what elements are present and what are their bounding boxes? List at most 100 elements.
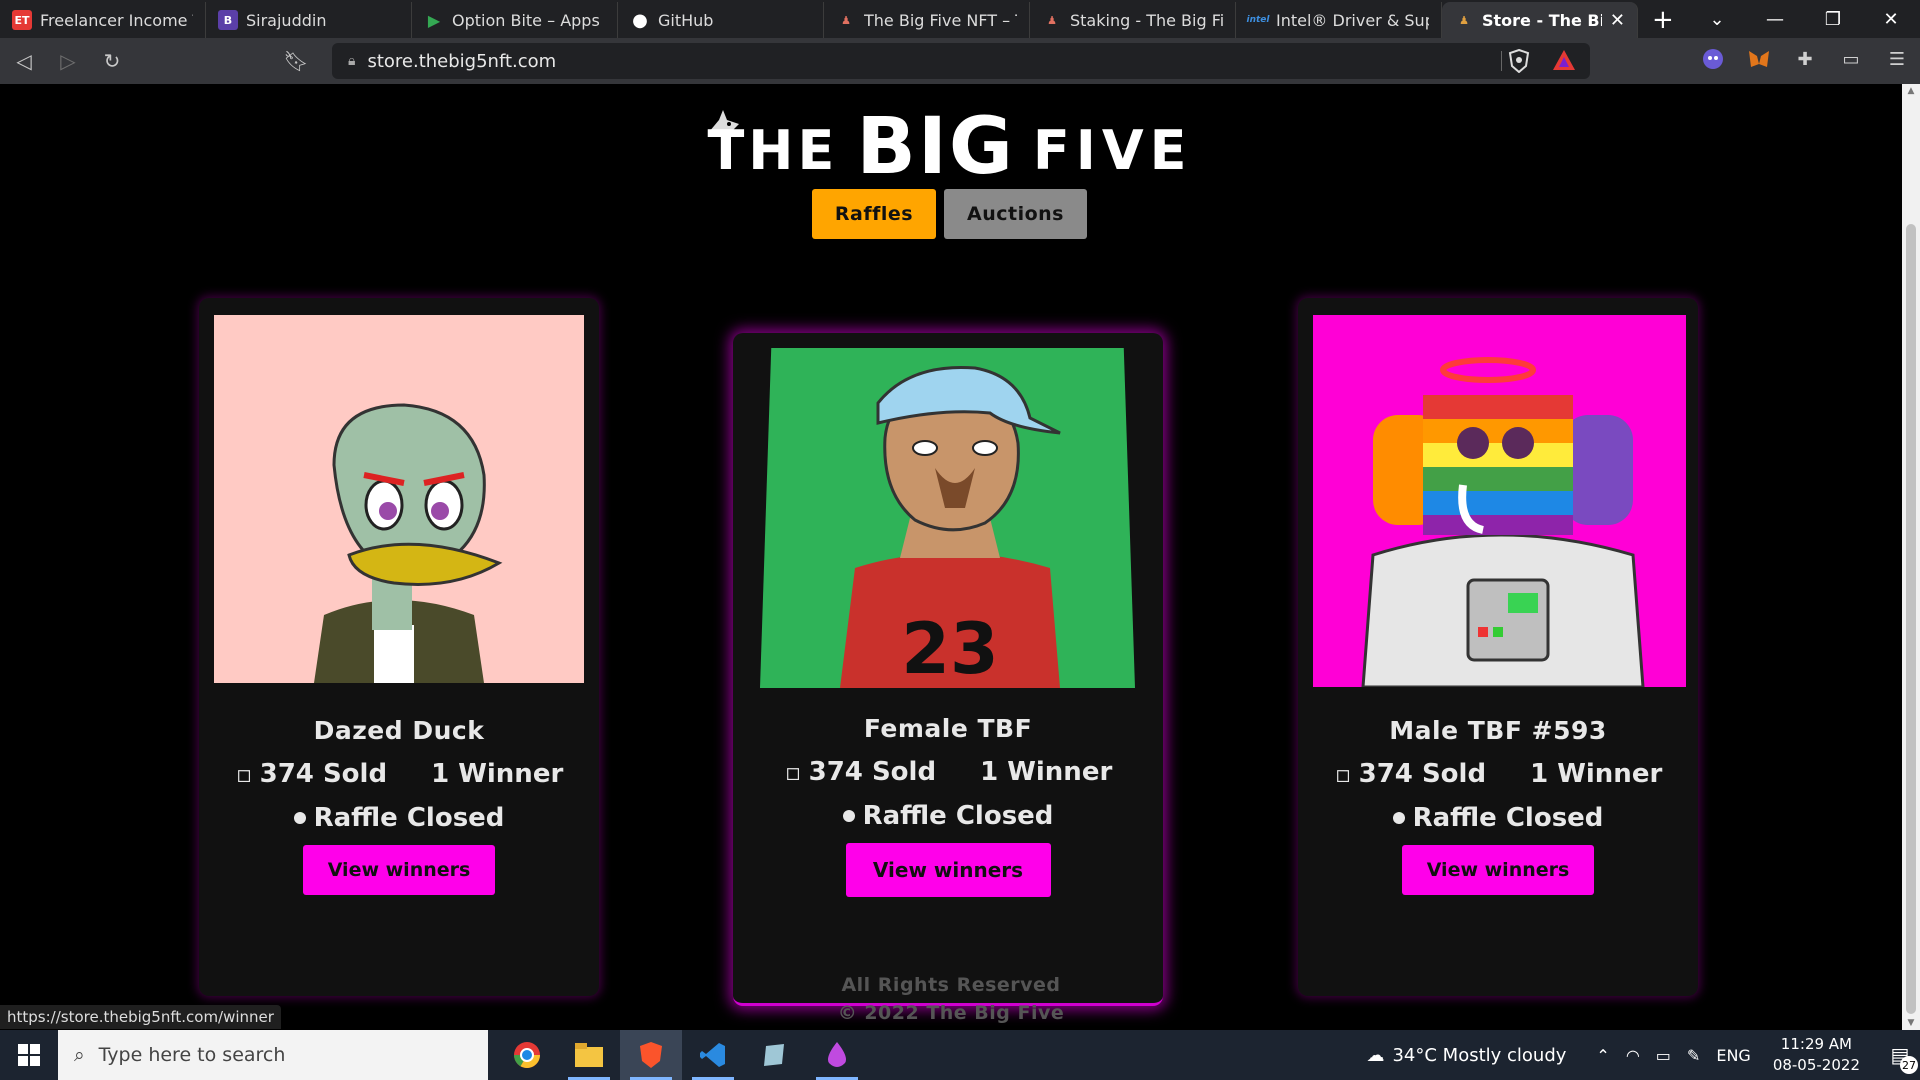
site-logo[interactable]: THE BIG FIVE bbox=[700, 92, 1200, 186]
raffle-status: Raffle Closed bbox=[1298, 803, 1698, 833]
ticket-icon: ◇ bbox=[1327, 760, 1357, 791]
browser-tab[interactable]: intel Intel® Driver & Suppo bbox=[1236, 2, 1442, 38]
nft-image-male-tbf bbox=[1313, 315, 1686, 687]
app-icon[interactable] bbox=[744, 1030, 806, 1080]
logo-word-the: THE bbox=[707, 119, 839, 182]
close-tab-icon[interactable]: ✕ bbox=[1610, 10, 1625, 31]
wifi-icon[interactable]: ◠ bbox=[1626, 1046, 1640, 1065]
ticket-icon: ◇ bbox=[228, 760, 258, 791]
restore-icon[interactable]: ❐ bbox=[1804, 0, 1862, 38]
raffle-card: Male TBF #593 ◇374 Sold 1 Winner Raffle … bbox=[1298, 298, 1698, 996]
page-scrollbar[interactable]: ▲ ▼ bbox=[1902, 84, 1920, 1030]
intel-icon: intel bbox=[1246, 15, 1270, 25]
divider bbox=[1501, 51, 1502, 71]
github-icon: ● bbox=[632, 9, 648, 31]
winner-count: 1 Winner bbox=[1530, 759, 1663, 789]
sold-count: 374 Sold bbox=[1358, 759, 1487, 789]
browser-tab-active[interactable]: ♟ Store - The Big Five ✕ bbox=[1442, 2, 1638, 38]
browser-tab[interactable]: ♟ Staking - The Big Five N bbox=[1030, 2, 1236, 38]
sold-count: 374 Sold bbox=[259, 759, 388, 789]
extensions-puzzle-icon[interactable]: ✚ bbox=[1792, 46, 1818, 72]
windows-taskbar: ⌕ Type here to search ☁ 34°C Mostly clou… bbox=[0, 1030, 1920, 1080]
back-icon[interactable]: ◁ bbox=[4, 41, 44, 81]
status-text: Raffle Closed bbox=[1412, 803, 1604, 833]
scroll-up-icon[interactable]: ▲ bbox=[1906, 86, 1916, 96]
view-winners-button[interactable]: View winners bbox=[303, 845, 495, 895]
drop-app-icon[interactable] bbox=[806, 1030, 868, 1080]
card-stats: ◇374 Sold 1 Winner bbox=[733, 757, 1163, 789]
close-window-icon[interactable]: ✕ bbox=[1862, 0, 1920, 38]
menu-icon[interactable]: ☰ bbox=[1884, 46, 1910, 72]
raffle-status: Raffle Closed bbox=[733, 801, 1163, 831]
logo-word-five: FIVE bbox=[1032, 119, 1193, 182]
brave-rewards-icon[interactable] bbox=[1552, 49, 1576, 78]
pen-icon[interactable]: ✎ bbox=[1687, 1046, 1700, 1065]
footer-rights: All Rights Reserved bbox=[841, 974, 1061, 996]
status-dot-icon bbox=[1392, 812, 1405, 824]
winner-count: 1 Winner bbox=[431, 759, 564, 789]
tab-title: Sirajuddin bbox=[246, 10, 327, 30]
minimize-icon[interactable]: — bbox=[1746, 0, 1804, 38]
system-tray: ☁ 34°C Mostly cloudy ⌃ ◠ ▭ ✎ ENG 11:29 A… bbox=[1366, 1030, 1920, 1080]
wallet-icon[interactable]: ▭ bbox=[1838, 46, 1864, 72]
view-winners-button[interactable]: View winners bbox=[845, 843, 1051, 897]
view-winners-button[interactable]: View winners bbox=[1402, 845, 1594, 895]
browser-tab[interactable]: ● GitHub bbox=[618, 2, 824, 38]
forward-icon[interactable]: ▷ bbox=[48, 41, 88, 81]
taskbar-search[interactable]: ⌕ Type here to search bbox=[58, 1030, 488, 1080]
nft-image-female-tbf: 23 bbox=[760, 348, 1135, 688]
file-explorer-icon[interactable] bbox=[558, 1030, 620, 1080]
bigfive-favicon-icon: ♟ bbox=[1047, 13, 1057, 27]
tab-search-icon[interactable]: ⌄ bbox=[1688, 0, 1746, 38]
browser-tab[interactable]: ET Freelancer Income Tax: bbox=[0, 2, 206, 38]
bookmark-icon[interactable]: 🔖︎ bbox=[276, 41, 316, 81]
browser-tab[interactable]: B Sirajuddin bbox=[206, 2, 412, 38]
raffle-card: Dazed Duck ◇374 Sold 1 Winner Raffle Clo… bbox=[199, 298, 599, 996]
language-indicator[interactable]: ENG bbox=[1716, 1046, 1750, 1065]
clock[interactable]: 11:29 AM 08-05-2022 bbox=[1773, 1034, 1860, 1076]
weather-widget[interactable]: ☁ 34°C Mostly cloudy bbox=[1366, 1045, 1566, 1066]
brave-shields-icon[interactable] bbox=[1508, 48, 1530, 78]
vscode-icon[interactable] bbox=[682, 1030, 744, 1080]
nft-name: Male TBF #593 bbox=[1389, 716, 1607, 745]
lock-icon: 🔒︎ bbox=[348, 53, 356, 69]
address-bar[interactable]: 🔒︎ store.thebig5nft.com bbox=[332, 43, 1590, 79]
play-store-icon: ▶ bbox=[427, 10, 441, 30]
battery-icon[interactable]: ▭ bbox=[1656, 1046, 1671, 1065]
tab-title: Freelancer Income Tax: bbox=[40, 10, 193, 30]
clock-time: 11:29 AM bbox=[1780, 1035, 1852, 1053]
chrome-icon[interactable] bbox=[496, 1030, 558, 1080]
metamask-icon[interactable] bbox=[1746, 46, 1772, 72]
search-placeholder: Type here to search bbox=[98, 1044, 286, 1066]
browser-tab[interactable]: ♟ The Big Five NFT – The bbox=[824, 2, 1030, 38]
windows-start-icon[interactable] bbox=[0, 1030, 58, 1080]
brave-icon[interactable] bbox=[620, 1030, 682, 1080]
tab-favicon-icon: B bbox=[218, 10, 238, 30]
reload-icon[interactable]: ↻ bbox=[92, 41, 132, 81]
search-icon: ⌕ bbox=[74, 1044, 85, 1066]
status-text: Raffle Closed bbox=[313, 803, 505, 833]
tab-title: The Big Five NFT – The bbox=[864, 10, 1017, 30]
tab-auctions[interactable]: Auctions bbox=[944, 189, 1087, 239]
extension-icon[interactable] bbox=[1700, 46, 1726, 72]
status-text: Raffle Closed bbox=[862, 801, 1054, 831]
card-stats: ◇374 Sold 1 Winner bbox=[1298, 759, 1698, 791]
window-controls: ⌄ — ❐ ✕ bbox=[1688, 0, 1920, 38]
bigfive-favicon-icon: ♟ bbox=[1459, 13, 1469, 27]
tab-raffles[interactable]: Raffles bbox=[812, 189, 936, 239]
new-tab-icon[interactable]: + bbox=[1652, 2, 1674, 38]
status-bar-link: https://store.thebig5nft.com/winner bbox=[0, 1005, 281, 1029]
nft-image-duck bbox=[214, 315, 584, 683]
store-tabs: Raffles Auctions bbox=[812, 189, 1087, 239]
browser-tab[interactable]: ▶ Option Bite – Apps on bbox=[412, 2, 618, 38]
winner-count: 1 Winner bbox=[980, 757, 1113, 787]
chevron-up-icon[interactable]: ⌃ bbox=[1596, 1046, 1609, 1065]
footer-copyright: © 2022 The Big Five bbox=[837, 1002, 1065, 1024]
scroll-down-icon[interactable]: ▼ bbox=[1906, 1018, 1916, 1028]
notifications-icon[interactable]: ▤ 27 bbox=[1880, 1030, 1920, 1080]
browser-tab-strip: ET Freelancer Income Tax: B Sirajuddin ▶… bbox=[0, 0, 1920, 38]
weather-text: 34°C Mostly cloudy bbox=[1392, 1044, 1567, 1066]
ticket-icon: ◇ bbox=[777, 758, 807, 789]
scrollbar-thumb[interactable] bbox=[1906, 224, 1916, 1014]
tab-title: GitHub bbox=[658, 10, 714, 30]
